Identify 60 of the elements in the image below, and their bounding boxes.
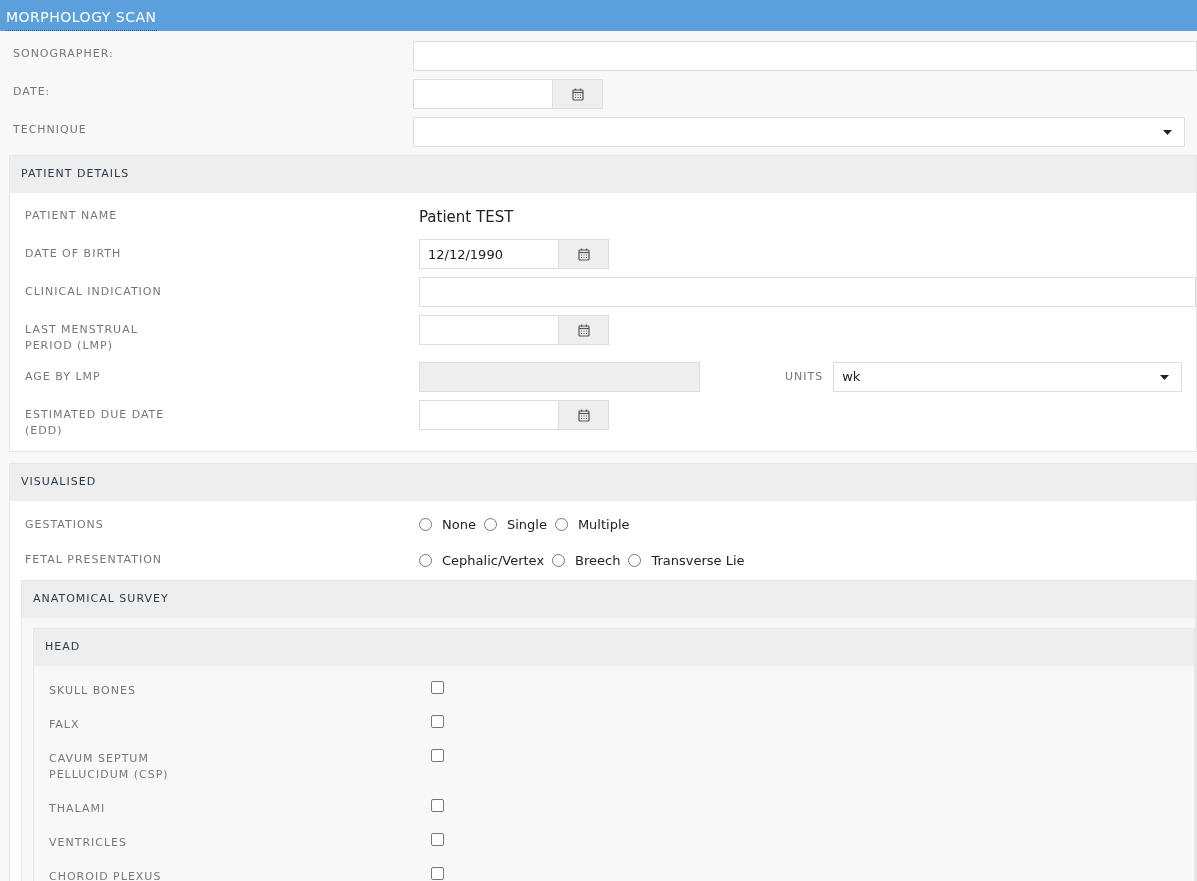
radio-button[interactable] [419,518,432,532]
field-label: SONOGRAPHER: [13,46,115,62]
checkbox[interactable] [431,833,444,846]
field-label: THALAMI [49,801,107,817]
checkbox[interactable] [431,681,444,694]
calendar-icon [571,87,584,101]
radio-label[interactable]: Single [506,515,547,535]
field-label: SKULL BONES [49,683,137,699]
calendar-icon [577,323,590,337]
caret-icon [1160,374,1170,380]
panel-header: PATIENT DETAILS [10,156,1196,193]
units-select[interactable]: wk [833,362,1183,392]
field-label: FETAL PRESENTATION [25,552,164,569]
field-label: PATIENT NAME [25,208,119,224]
panel-header: ANATOMICAL SURVEY [22,581,1195,618]
calendar-button[interactable] [559,315,609,345]
radio-label[interactable]: None [442,515,476,535]
checkbox[interactable] [431,715,444,728]
radio-label[interactable]: Breech [575,550,621,570]
field-label: TECHNIQUE [13,122,88,138]
checkbox[interactable] [431,867,444,880]
panel-header: VISUALISED [10,464,1196,501]
field-label: FALX [49,717,81,733]
date-field[interactable] [419,315,559,345]
select-field[interactable] [413,117,1185,147]
date-field[interactable]: 12/12/1990 [419,239,559,269]
field-label: CAVUM SEPTUM PELLUCIDUM (CSP) [49,751,170,783]
field-label: CLINICAL INDICATION [25,284,163,300]
patient-name-value: Patient TEST [419,208,514,226]
caret-icon [1163,129,1172,135]
radio-button[interactable] [419,553,432,567]
text-field[interactable] [413,41,1197,71]
units-label: UNITS [785,369,824,385]
panel-header: HEAD [34,629,1194,666]
radio-label[interactable]: Transverse Lie [651,550,745,570]
calendar-button[interactable] [559,239,609,269]
field-label: DATE: [13,84,52,100]
calendar-icon [577,247,590,261]
radio-button[interactable] [628,553,642,567]
field-label: AGE BY LMP [25,369,102,385]
page-title: MORPHOLOGY SCAN [6,7,157,31]
radio-button[interactable] [552,553,566,567]
text-field[interactable] [419,277,1196,307]
radio-button[interactable] [483,518,497,532]
radio-button[interactable] [554,518,568,532]
radio-label[interactable]: Cephalic/Vertex [442,550,545,570]
field-label: CHOROID PLEXUS [49,869,163,881]
field-label: ESTIMATED DUE DATE (EDD) [25,407,166,439]
field-label: LAST MENSTRUAL PERIOD (LMP) [25,322,139,354]
field-label: VENTRICLES [49,835,129,851]
radio-label[interactable]: Multiple [577,515,630,535]
date-field[interactable] [413,79,553,109]
calendar-button[interactable] [553,79,603,109]
field-label: GESTATIONS [25,516,105,533]
date-field[interactable] [419,400,559,430]
checkbox[interactable] [431,749,444,762]
calendar-button[interactable] [559,400,609,430]
checkbox[interactable] [431,799,444,812]
field-label: DATE OF BIRTH [25,246,123,262]
calendar-icon [577,408,590,422]
